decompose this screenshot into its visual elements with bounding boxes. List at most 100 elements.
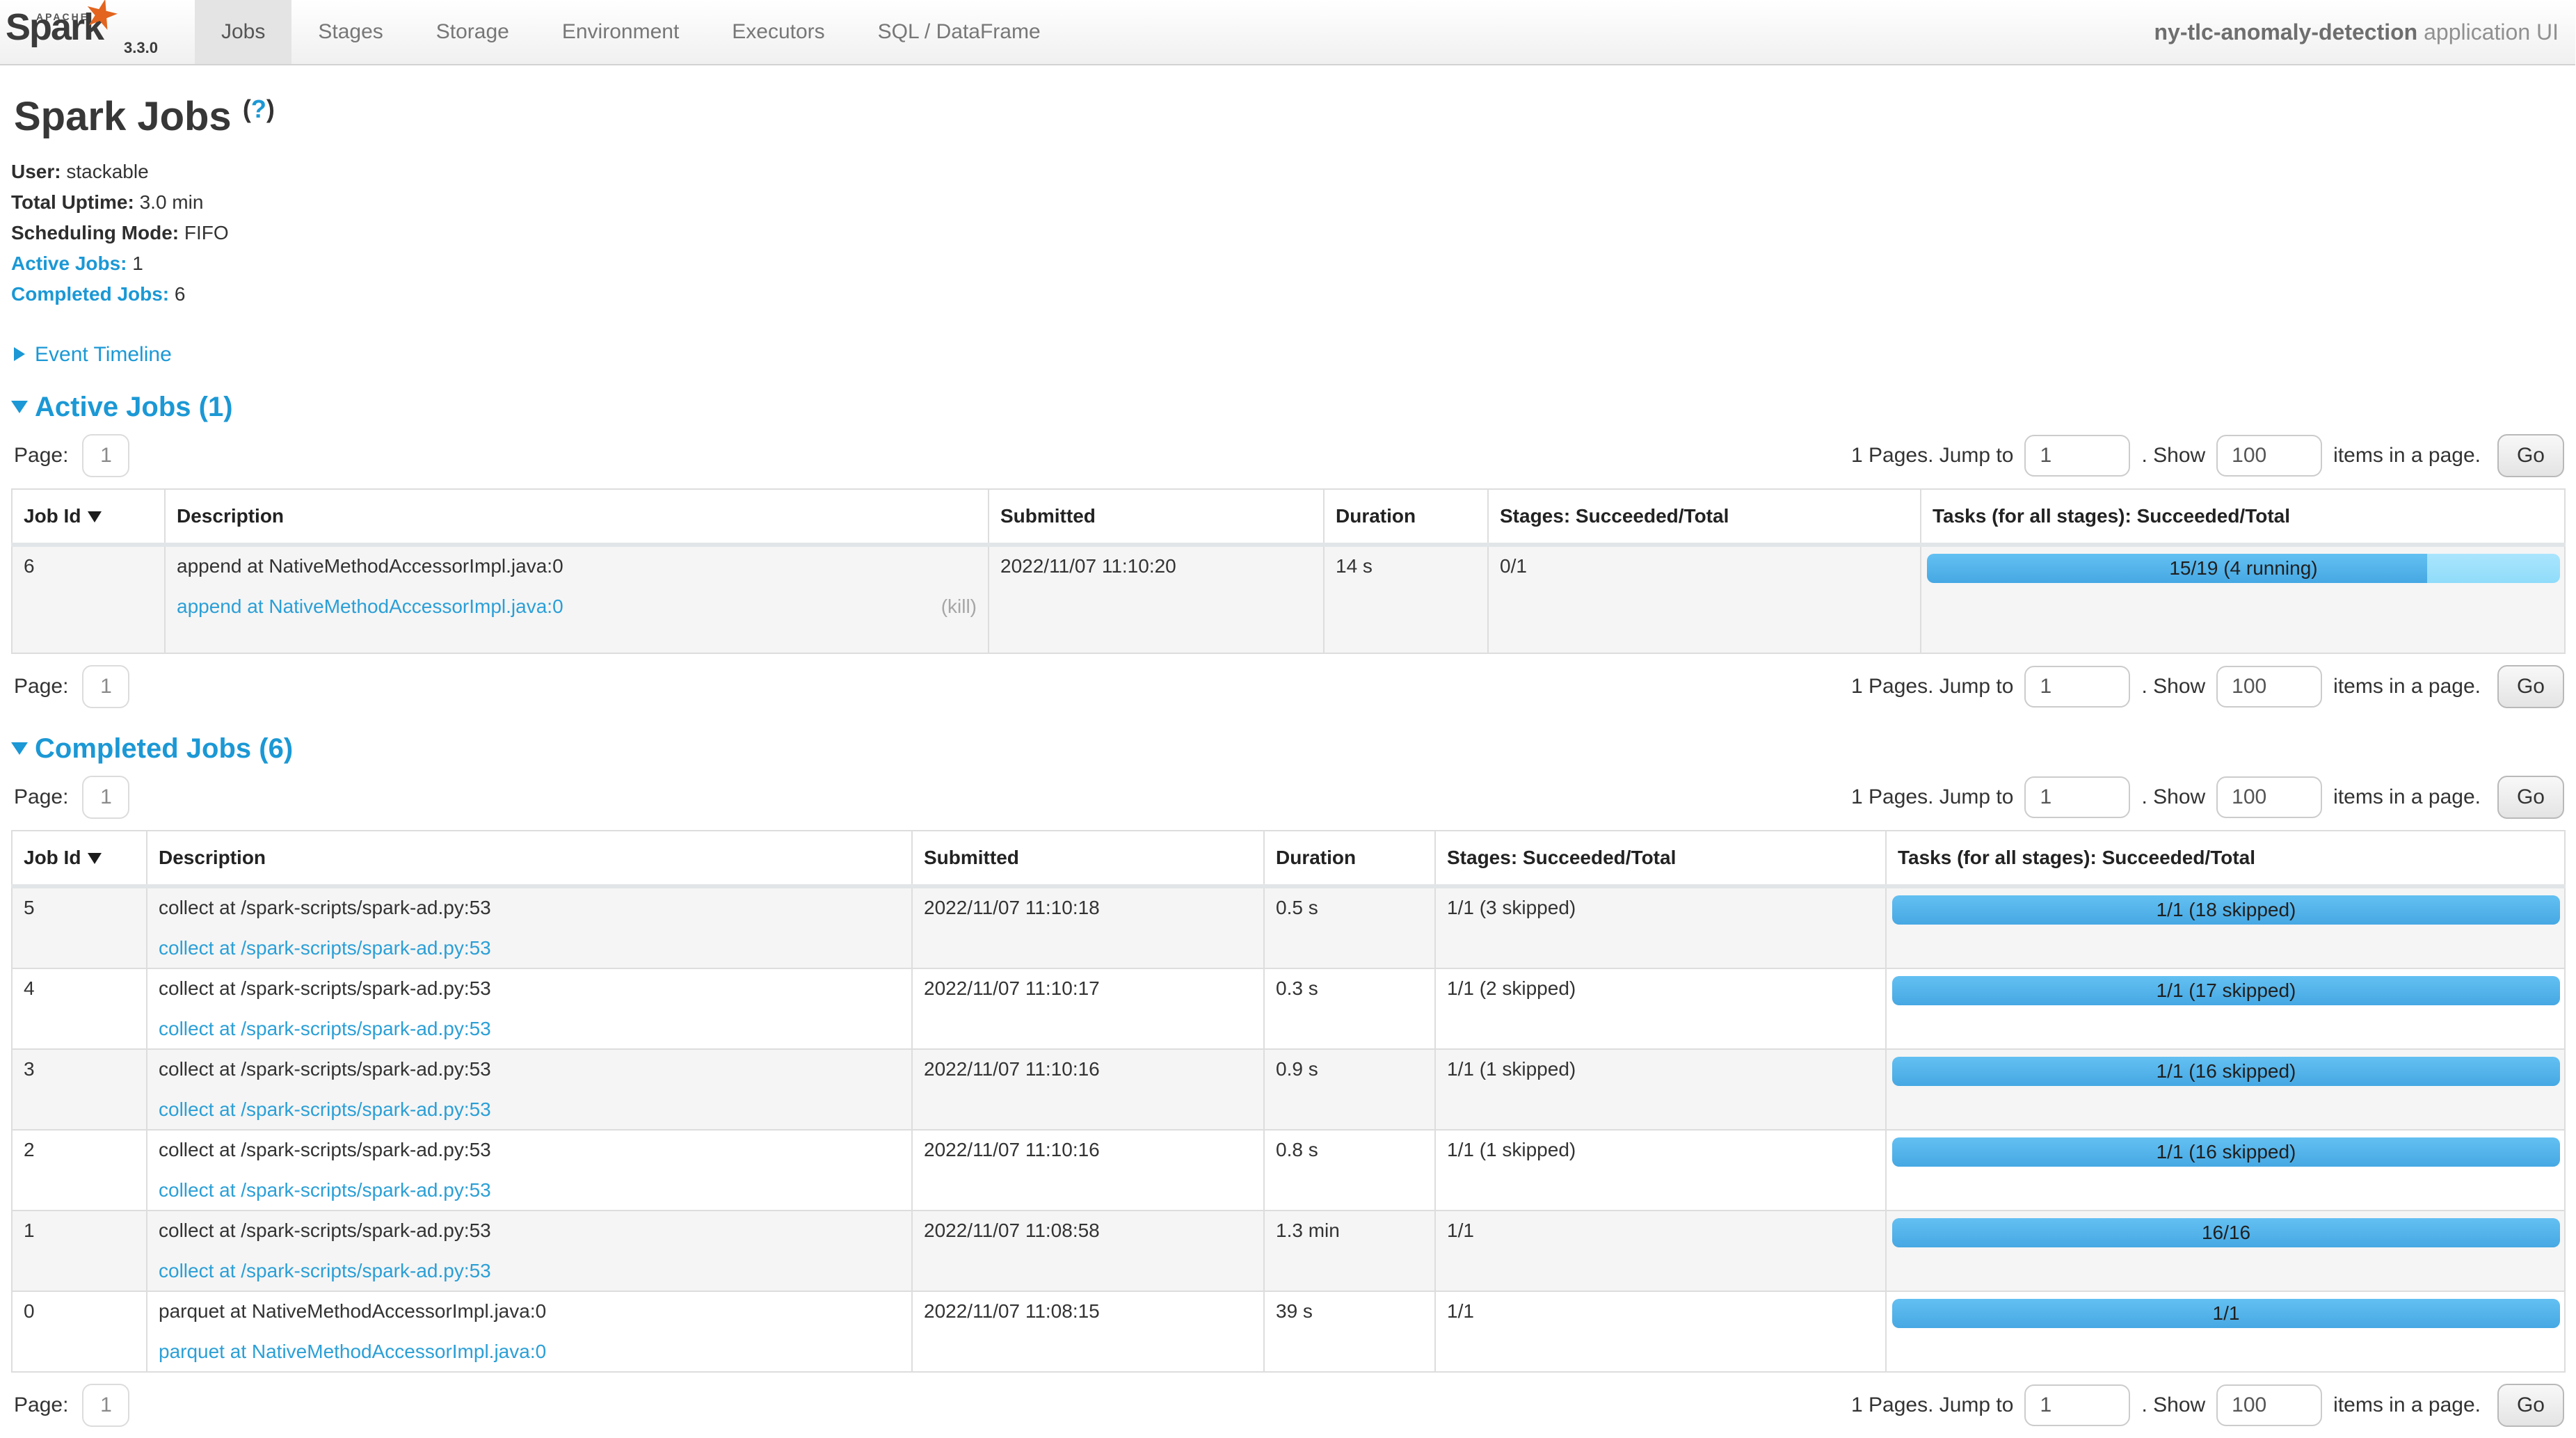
job-description-text: collect at /spark-scripts/spark-ad.py:53 — [159, 1057, 900, 1082]
tab-executors[interactable]: Executors — [705, 0, 851, 64]
tab-environment[interactable]: Environment — [536, 0, 705, 64]
job-description-text: collect at /spark-scripts/spark-ad.py:53 — [159, 895, 900, 920]
job-description-text: collect at /spark-scripts/spark-ad.py:53 — [159, 1137, 900, 1163]
tab-storage[interactable]: Storage — [410, 0, 536, 64]
tab-sql-dataframe[interactable]: SQL / DataFrame — [851, 0, 1067, 64]
tab-stages[interactable]: Stages — [291, 0, 409, 64]
jump-to-input[interactable] — [2024, 776, 2130, 818]
go-button[interactable]: Go — [2497, 776, 2564, 819]
column-duration[interactable]: Duration — [1324, 489, 1488, 545]
jump-to-input[interactable] — [2024, 666, 2130, 708]
stages-cell: 1/1 (1 skipped) — [1435, 1049, 1886, 1130]
job-description-link[interactable]: collect at /spark-scripts/spark-ad.py:53 — [159, 936, 491, 961]
summary-item-completed-jobs: Completed Jobs: 6 — [11, 279, 2564, 310]
show-label: . Show — [2141, 444, 2205, 468]
column-submitted[interactable]: Submitted — [989, 489, 1324, 545]
summary-list: User: stackableTotal Uptime: 3.0 minSche… — [11, 157, 2564, 310]
page-number-button[interactable]: 1 — [82, 1384, 129, 1427]
job-description-link[interactable]: collect at /spark-scripts/spark-ad.py:53 — [159, 1259, 491, 1284]
column-tasks-for-all-stages-succeeded-total[interactable]: Tasks (for all stages): Succeeded/Total — [1921, 489, 2565, 545]
active-jobs-heading[interactable]: Active Jobs (1) — [11, 392, 2564, 423]
pagination-row: Page:11 Pages. Jump to. Showitems in a p… — [11, 1384, 2564, 1427]
completed-jobs-heading-text: Completed Jobs (6) — [35, 733, 293, 764]
show-label: . Show — [2141, 1393, 2205, 1417]
tasks-cell: 1/1 (16 skipped) — [1886, 1130, 2565, 1211]
page-size-input[interactable] — [2216, 666, 2322, 708]
job-description-links: collect at /spark-scripts/spark-ad.py:53 — [159, 1178, 900, 1203]
top-navbar: APACHE Spark ★ 3.3.0 JobsStagesStorageEn… — [0, 0, 2575, 65]
job-description-cell: collect at /spark-scripts/spark-ad.py:53… — [147, 1211, 912, 1291]
page-label: Page: — [14, 1393, 68, 1417]
column-submitted[interactable]: Submitted — [912, 831, 1264, 886]
kill-link[interactable]: (kill) — [941, 594, 977, 619]
spark-logo[interactable]: APACHE Spark ★ 3.3.0 — [0, 0, 181, 64]
column-job-id[interactable]: Job Id — [12, 489, 165, 545]
column-tasks-for-all-stages-succeeded-total[interactable]: Tasks (for all stages): Succeeded/Total — [1886, 831, 2565, 886]
pagination-row: Page: 1 1 Pages. Jump to. Showitems in a p… — [11, 434, 2564, 477]
tasks-cell: 1/1 — [1886, 1291, 2565, 1372]
task-progress-bar: 1/1 (17 skipped) — [1892, 976, 2560, 1005]
stages-cell: 1/1 — [1435, 1291, 1886, 1372]
job-id-cell: 2 — [12, 1130, 147, 1211]
column-description[interactable]: Description — [165, 489, 989, 545]
jump-to-input[interactable] — [2024, 1384, 2130, 1426]
column-description[interactable]: Description — [147, 831, 912, 886]
task-progress-label: 1/1 (17 skipped) — [1892, 976, 2560, 1005]
stages-cell: 1/1 — [1435, 1211, 1886, 1291]
page-number-button[interactable]: 1 — [82, 434, 129, 477]
job-description-link[interactable]: collect at /spark-scripts/spark-ad.py:53 — [159, 1097, 491, 1122]
tab-jobs[interactable]: Jobs — [195, 0, 291, 64]
task-progress-label: 1/1 (18 skipped) — [1892, 895, 2560, 925]
table-header-row: Job IdDescriptionSubmittedDurationStages… — [12, 831, 2565, 886]
column-stages-succeeded-total[interactable]: Stages: Succeeded/Total — [1488, 489, 1921, 545]
page-size-input[interactable] — [2216, 776, 2322, 818]
question-mark-icon[interactable]: ? — [251, 95, 266, 123]
job-row: 1collect at /spark-scripts/spark-ad.py:5… — [12, 1211, 2565, 1291]
job-description-cell: append at NativeMethodAccessorImpl.java:… — [165, 545, 989, 653]
summary-label: User: — [11, 161, 61, 182]
job-description-links: collect at /spark-scripts/spark-ad.py:53 — [159, 1259, 900, 1284]
job-description-link[interactable]: append at NativeMethodAccessorImpl.java:… — [177, 594, 563, 619]
task-progress-bar: 1/1 — [1892, 1299, 2560, 1328]
job-description-cell: collect at /spark-scripts/spark-ad.py:53… — [147, 886, 912, 968]
pagination-controls: 1 Pages. Jump to. Showitems in a page.Go — [1851, 776, 2564, 819]
jump-to-input[interactable] — [2024, 435, 2130, 477]
column-stages-succeeded-total[interactable]: Stages: Succeeded/Total — [1435, 831, 1886, 886]
job-description-text: parquet at NativeMethodAccessorImpl.java… — [159, 1299, 900, 1324]
sort-desc-icon — [88, 511, 102, 522]
task-progress-label: 16/16 — [1892, 1218, 2560, 1247]
job-description-link[interactable]: collect at /spark-scripts/spark-ad.py:53 — [159, 1178, 491, 1203]
collapse-arrow-icon — [11, 401, 28, 413]
page-number-button[interactable]: 1 — [82, 665, 129, 708]
page-number-button[interactable]: 1 — [82, 776, 129, 819]
event-timeline-toggle[interactable]: Event Timeline — [14, 343, 2564, 367]
go-button[interactable]: Go — [2497, 1384, 2564, 1427]
help-link[interactable]: (?) — [243, 95, 275, 123]
job-description-link[interactable]: collect at /spark-scripts/spark-ad.py:53 — [159, 1016, 491, 1041]
tasks-cell: 15/19 (4 running) — [1921, 545, 2565, 653]
go-button[interactable]: Go — [2497, 434, 2564, 477]
completed-jobs-table: Job IdDescriptionSubmittedDurationStages… — [11, 830, 2566, 1373]
column-duration[interactable]: Duration — [1264, 831, 1435, 886]
pagination-left: Page: 1 — [14, 1384, 129, 1427]
task-progress-bar: 16/16 — [1892, 1218, 2560, 1247]
pagination-left: Page: 1 — [14, 434, 129, 477]
summary-link-label[interactable]: Active Jobs: — [11, 253, 127, 274]
duration-cell: 0.3 s — [1264, 968, 1435, 1049]
job-row: 5collect at /spark-scripts/spark-ad.py:5… — [12, 886, 2565, 968]
summary-value: stackable — [61, 161, 149, 182]
page-size-input[interactable] — [2216, 435, 2322, 477]
page-label: Page: — [14, 444, 68, 468]
page-title-text: Spark Jobs — [14, 94, 232, 139]
pagination-controls: 1 Pages. Jump to. Showitems in a page.Go — [1851, 434, 2564, 477]
column-job-id[interactable]: Job Id — [12, 831, 147, 886]
collapse-arrow-icon — [11, 742, 28, 755]
page-size-input[interactable] — [2216, 1384, 2322, 1426]
summary-link-label[interactable]: Completed Jobs: — [11, 283, 169, 305]
completed-jobs-heading[interactable]: Completed Jobs (6) — [11, 733, 2564, 765]
stages-cell: 1/1 (2 skipped) — [1435, 968, 1886, 1049]
summary-label: Total Uptime: — [11, 191, 134, 213]
task-progress-label: 1/1 (16 skipped) — [1892, 1057, 2560, 1086]
go-button[interactable]: Go — [2497, 665, 2564, 708]
job-description-link[interactable]: parquet at NativeMethodAccessorImpl.java… — [159, 1339, 546, 1364]
